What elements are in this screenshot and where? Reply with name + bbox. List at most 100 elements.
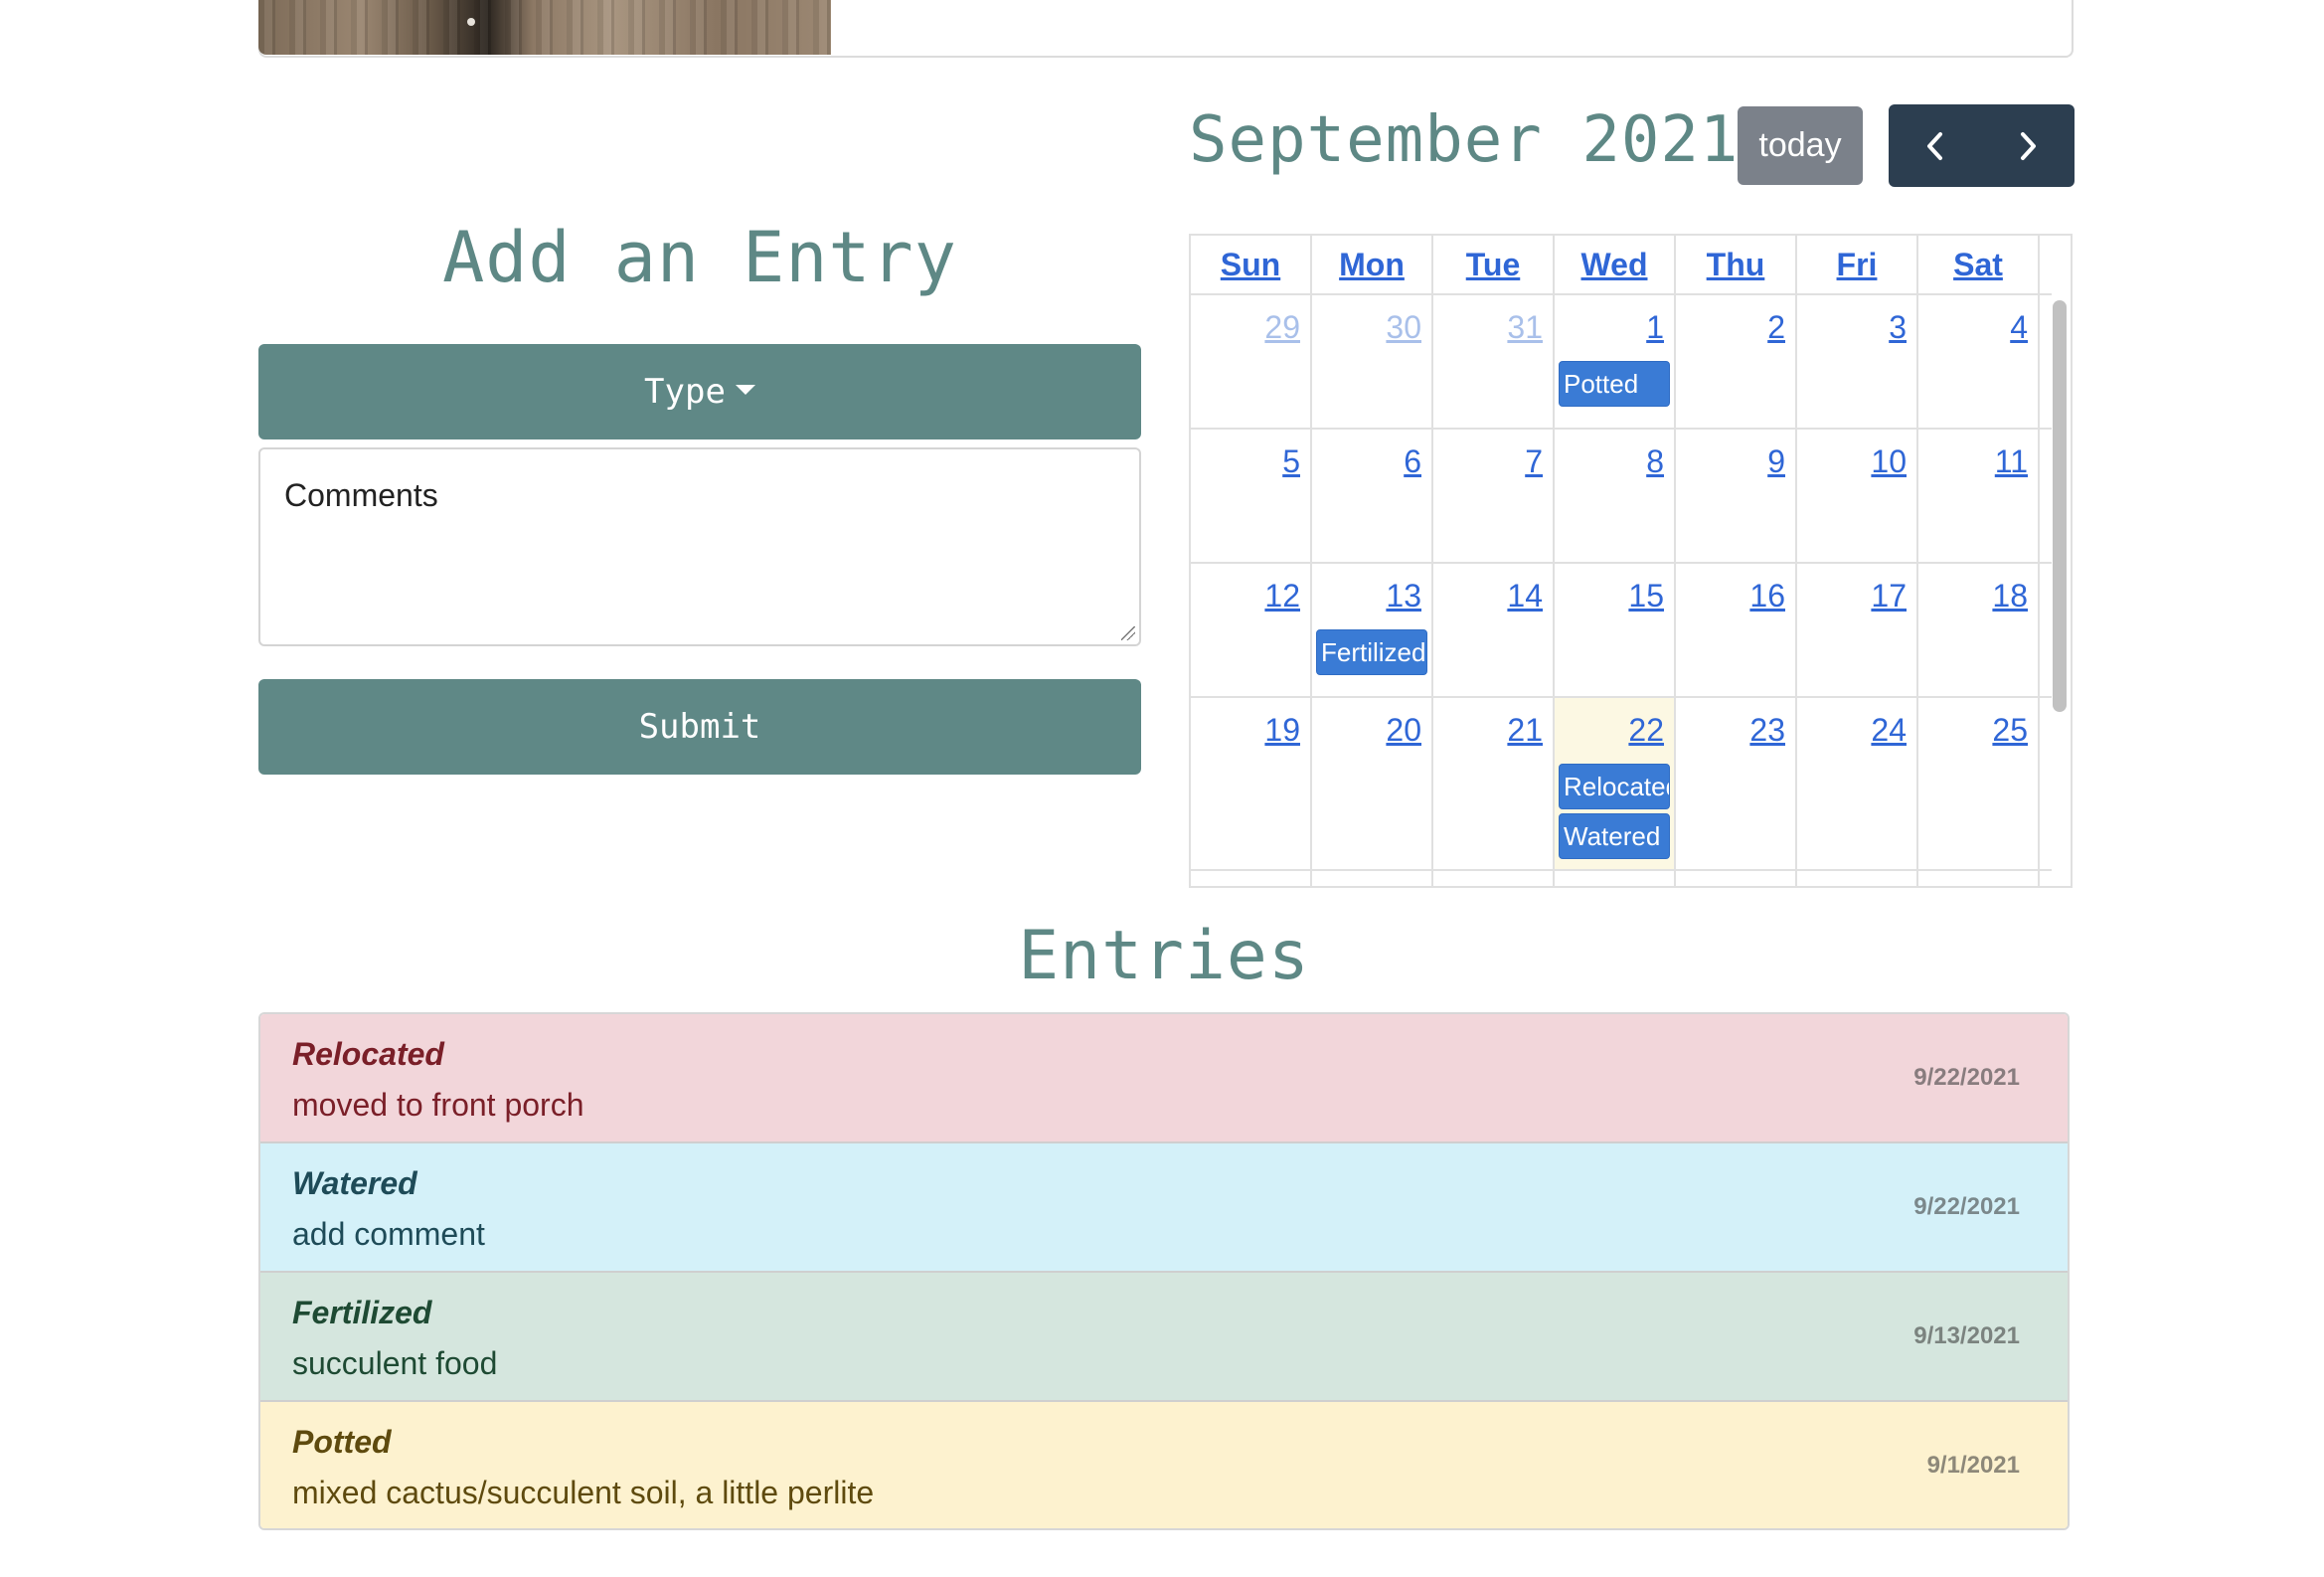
day-cell[interactable]: 14 bbox=[1433, 564, 1555, 696]
entry-date: 9/22/2021 bbox=[1913, 1193, 2020, 1220]
day-cell[interactable]: 30 bbox=[1312, 295, 1433, 428]
day-cell[interactable]: 24 bbox=[1797, 698, 1918, 869]
day-number-link[interactable]: 23 bbox=[1749, 712, 1785, 749]
day-number-link[interactable]: 17 bbox=[1871, 578, 1907, 614]
day-cell[interactable]: 28 bbox=[1433, 871, 1555, 886]
next-month-button[interactable] bbox=[1982, 104, 2075, 187]
day-number-link[interactable]: 8 bbox=[1646, 443, 1664, 480]
entry-item[interactable]: Potted mixed cactus/succulent soil, a lit… bbox=[260, 1402, 2068, 1528]
day-number-link[interactable]: 22 bbox=[1628, 712, 1664, 749]
entry-item[interactable]: Relocated moved to front porch 9/22/2021 bbox=[260, 1014, 2068, 1143]
day-cell[interactable]: 10 bbox=[1797, 430, 1918, 562]
day-number-link[interactable]: 29 bbox=[1264, 309, 1300, 346]
day-number-link[interactable]: 2 bbox=[2010, 885, 2028, 886]
day-cell[interactable]: 19 bbox=[1191, 698, 1312, 869]
day-number-link[interactable]: 15 bbox=[1628, 578, 1664, 614]
day-number-link[interactable]: 20 bbox=[1386, 712, 1421, 749]
day-cell[interactable]: 15 bbox=[1555, 564, 1676, 696]
day-number-link[interactable]: 5 bbox=[1282, 443, 1300, 480]
weekday-header[interactable]: Mon bbox=[1312, 236, 1433, 293]
day-cell-today[interactable]: 22 Relocated Watered bbox=[1555, 698, 1676, 869]
day-cell[interactable]: 6 bbox=[1312, 430, 1433, 562]
day-number-link[interactable]: 11 bbox=[1995, 443, 2028, 480]
day-number-link[interactable]: 30 bbox=[1749, 885, 1785, 886]
day-number-link[interactable]: 9 bbox=[1767, 443, 1785, 480]
calendar-event[interactable]: Relocated bbox=[1559, 764, 1670, 809]
day-number-link[interactable]: 16 bbox=[1749, 578, 1785, 614]
calendar-event[interactable]: Fertilized bbox=[1316, 629, 1427, 675]
day-cell[interactable]: 18 bbox=[1918, 564, 2040, 696]
comments-textarea[interactable]: Comments bbox=[258, 447, 1141, 646]
weekday-header[interactable]: Thu bbox=[1676, 236, 1797, 293]
day-cell[interactable]: 1 Potted bbox=[1555, 295, 1676, 428]
day-number-link[interactable]: 27 bbox=[1386, 885, 1421, 886]
weekday-header[interactable]: Sun bbox=[1191, 236, 1312, 293]
day-cell[interactable]: 26 bbox=[1191, 871, 1312, 886]
day-number-link[interactable]: 4 bbox=[2010, 309, 2028, 346]
day-number-link[interactable]: 18 bbox=[1992, 578, 2028, 614]
day-cell[interactable]: 3 bbox=[1797, 295, 1918, 428]
calendar-scrollbar[interactable] bbox=[2053, 300, 2067, 712]
day-number-link[interactable]: 31 bbox=[1507, 309, 1543, 346]
day-number-link[interactable]: 1 bbox=[1646, 309, 1664, 346]
day-number-link[interactable]: 30 bbox=[1386, 309, 1421, 346]
day-number-link[interactable]: 12 bbox=[1264, 578, 1300, 614]
day-number-link[interactable]: 29 bbox=[1628, 885, 1664, 886]
day-number-link[interactable]: 7 bbox=[1525, 443, 1543, 480]
day-cell[interactable]: 29 bbox=[1191, 295, 1312, 428]
week-row: 12 13 Fertilized 14 15 16 17 18 bbox=[1191, 564, 2052, 698]
day-number-link[interactable]: 19 bbox=[1264, 712, 1300, 749]
day-cell[interactable]: 9 bbox=[1676, 430, 1797, 562]
calendar-event[interactable]: Potted bbox=[1559, 361, 1670, 407]
entry-item[interactable]: Watered add comment 9/22/2021 bbox=[260, 1143, 2068, 1273]
entry-comment: moved to front porch bbox=[292, 1087, 584, 1123]
day-number-link[interactable]: 14 bbox=[1507, 578, 1543, 614]
day-cell[interactable]: 2 bbox=[1918, 871, 2040, 886]
resize-handle-icon[interactable] bbox=[1121, 626, 1135, 640]
weekday-header[interactable]: Tue bbox=[1433, 236, 1555, 293]
day-cell[interactable]: 21 bbox=[1433, 698, 1555, 869]
calendar-event[interactable]: Watered bbox=[1559, 813, 1670, 859]
weekday-header[interactable]: Fri bbox=[1797, 236, 1918, 293]
day-number-link[interactable]: 24 bbox=[1871, 712, 1907, 749]
day-cell[interactable]: 23 bbox=[1676, 698, 1797, 869]
day-cell[interactable]: 17 bbox=[1797, 564, 1918, 696]
prev-month-button[interactable] bbox=[1889, 104, 1982, 187]
day-cell[interactable]: 13 Fertilized bbox=[1312, 564, 1433, 696]
entry-date: 9/22/2021 bbox=[1913, 1064, 2020, 1091]
day-number-link[interactable]: 21 bbox=[1507, 712, 1543, 749]
day-number-link[interactable]: 13 bbox=[1386, 578, 1421, 614]
type-dropdown-button[interactable]: Type bbox=[258, 344, 1141, 439]
weekday-header[interactable]: Sat bbox=[1918, 236, 2040, 293]
day-cell[interactable]: 4 bbox=[1918, 295, 2040, 428]
day-number-link[interactable]: 26 bbox=[1264, 885, 1300, 886]
day-cell[interactable]: 29 bbox=[1555, 871, 1676, 886]
day-cell[interactable]: 2 bbox=[1676, 295, 1797, 428]
day-cell[interactable]: 31 bbox=[1433, 295, 1555, 428]
entry-item[interactable]: Fertilized succulent food 9/13/2021 bbox=[260, 1273, 2068, 1402]
day-number-link[interactable]: 10 bbox=[1871, 443, 1907, 480]
day-cell[interactable]: 27 bbox=[1312, 871, 1433, 886]
day-cell[interactable]: 12 bbox=[1191, 564, 1312, 696]
day-cell[interactable]: 8 bbox=[1555, 430, 1676, 562]
day-cell[interactable]: 5 bbox=[1191, 430, 1312, 562]
today-button[interactable]: today bbox=[1738, 106, 1863, 185]
day-number-link[interactable]: 3 bbox=[1889, 309, 1907, 346]
day-cell[interactable]: 16 bbox=[1676, 564, 1797, 696]
day-cell[interactable]: 1 bbox=[1797, 871, 1918, 886]
day-cell[interactable]: 20 bbox=[1312, 698, 1433, 869]
week-row: 29 30 31 1 Potted 2 3 4 bbox=[1191, 295, 2052, 430]
day-cell[interactable]: 25 bbox=[1918, 698, 2040, 869]
day-number-link[interactable]: 2 bbox=[1767, 309, 1785, 346]
day-cell[interactable]: 30 bbox=[1676, 871, 1797, 886]
day-number-link[interactable]: 1 bbox=[1889, 885, 1907, 886]
entry-comment: succulent food bbox=[292, 1345, 498, 1381]
day-number-link[interactable]: 6 bbox=[1404, 443, 1421, 480]
submit-button[interactable]: Submit bbox=[258, 679, 1141, 775]
day-cell[interactable]: 7 bbox=[1433, 430, 1555, 562]
week-row: 19 20 21 22 Relocated Watered 23 24 25 bbox=[1191, 698, 2052, 871]
day-number-link[interactable]: 28 bbox=[1507, 885, 1543, 886]
weekday-header[interactable]: Wed bbox=[1555, 236, 1676, 293]
day-number-link[interactable]: 25 bbox=[1992, 712, 2028, 749]
day-cell[interactable]: 11 bbox=[1918, 430, 2040, 562]
